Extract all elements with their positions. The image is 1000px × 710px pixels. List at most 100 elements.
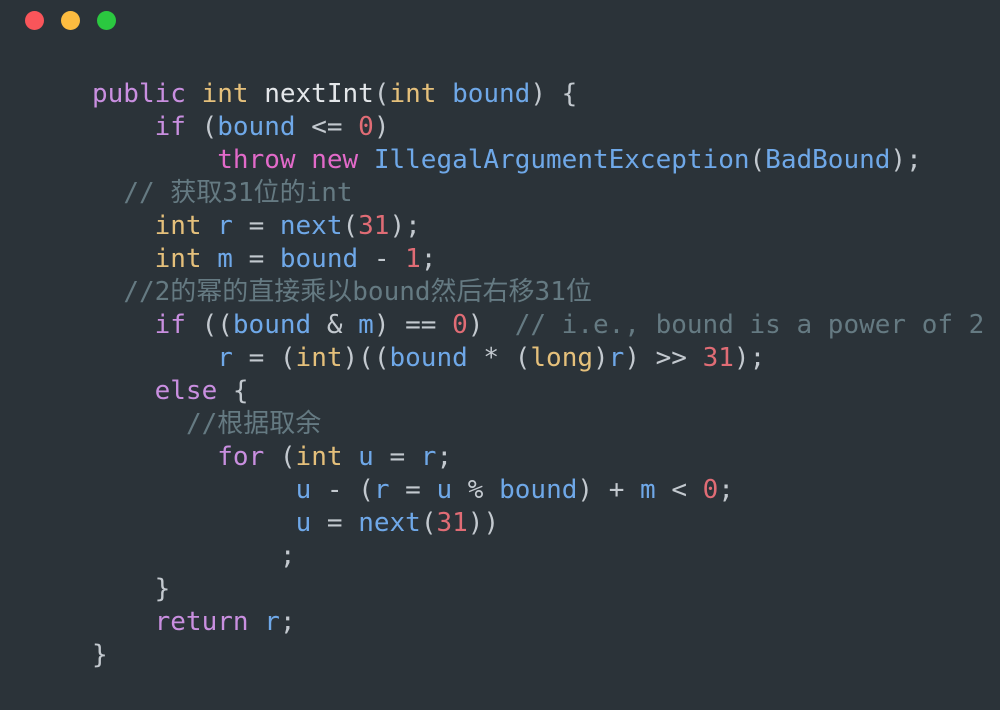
code-token-pn: >> (655, 343, 687, 373)
code-token-pn: ) (389, 211, 406, 241)
code-token-id: r (420, 442, 437, 472)
code-token-pn (358, 244, 374, 274)
code-token-pn (640, 343, 656, 373)
code-token-pn: ) (373, 310, 390, 340)
code-token-pn (624, 475, 640, 505)
code-token-typ: int (154, 244, 202, 274)
code-line: for (int u = r; (92, 441, 984, 474)
code-token-pn: ; (279, 607, 296, 637)
code-token-pn (217, 376, 233, 406)
code-token-id: next (358, 508, 421, 538)
code-token-pn (311, 310, 327, 340)
code-token-kw: public (92, 79, 186, 109)
code-token-id: u (295, 508, 312, 538)
code-token-pn (296, 145, 312, 175)
code-token-pn: } (154, 574, 171, 604)
code-line: r = (int)((bound * (long)r) >> 31); (92, 342, 984, 375)
code-token-kw: if (154, 112, 186, 142)
code-token-pn (202, 244, 218, 274)
code-line: ; (92, 540, 984, 573)
close-window-button[interactable] (25, 11, 44, 30)
code-token-kw: return (154, 607, 249, 637)
code-line: if (bound <= 0) (92, 111, 984, 144)
minimize-window-button[interactable] (61, 11, 80, 30)
code-line: u = next(31)) (92, 507, 984, 540)
code-token-pn: (( (185, 310, 233, 340)
zoom-window-button[interactable] (97, 11, 116, 30)
code-line: return r; (92, 606, 984, 639)
code-token-pn: ( (420, 508, 437, 538)
code-token-pn: ( (264, 343, 296, 373)
code-token-id: next (279, 211, 343, 241)
code-token-pn: )(( (342, 343, 390, 373)
code-token-id: bound (217, 112, 296, 142)
code-token-id: BadBound (765, 145, 891, 175)
code-token-kw: for (217, 442, 265, 472)
code-token-pn: - (373, 244, 390, 274)
code-token-pn (249, 607, 265, 637)
code-token-id: bound (232, 310, 312, 340)
code-token-pn: ) (890, 145, 907, 175)
code-token-pn: ; (436, 442, 453, 472)
code-token-pn: = (248, 244, 265, 274)
code-line: //根据取余 (92, 408, 984, 441)
code-token-pn: ( (264, 442, 296, 472)
code-token-pn (264, 211, 280, 241)
code-token-pn (389, 244, 405, 274)
code-token-pn (186, 79, 202, 109)
code-block[interactable]: public int nextInt(int bound) {if (bound… (92, 78, 984, 672)
code-token-pn: + (608, 475, 625, 505)
code-token-id: r (373, 475, 390, 505)
code-token-pn (233, 211, 249, 241)
code-token-pn (249, 79, 265, 109)
code-token-pn: = (248, 211, 265, 241)
code-token-id: IllegalArgumentException (373, 145, 750, 175)
code-token-pn (233, 343, 249, 373)
code-token-pn: ) (467, 310, 484, 340)
code-token-cmt: //2的幂的直接乘以bound然后右移31位 (123, 277, 592, 307)
code-token-id: m (640, 475, 656, 505)
code-token-pn: ( (373, 79, 390, 109)
code-token-pn (233, 244, 249, 274)
code-token-kw2: throw (217, 145, 296, 175)
code-token-kw2: new (311, 145, 359, 175)
code-token-pn (390, 475, 406, 505)
code-token-pn (311, 508, 327, 538)
window-titlebar (0, 0, 1000, 48)
code-token-pn (468, 343, 484, 373)
code-token-cmt: // i.e., bound is a power of 2 (514, 310, 985, 340)
code-token-typ: int (154, 211, 202, 241)
code-token-pn: == (405, 310, 437, 340)
code-token-id: bound (389, 343, 468, 373)
code-line: //2的幂的直接乘以bound然后右移31位 (92, 276, 984, 309)
code-token-pn: - (326, 475, 343, 505)
code-line: if ((bound & m) == 0) // i.e., bound is … (92, 309, 985, 342)
code-token-pn: ) (733, 343, 750, 373)
code-token-pn (687, 475, 703, 505)
code-token-pn: ( (342, 211, 359, 241)
code-token-pn (343, 310, 359, 340)
code-token-cmt: // 获取31位的int (123, 178, 353, 208)
code-token-pn (343, 112, 359, 142)
code-token-num: 31 (358, 211, 390, 241)
code-token-id: bound (499, 475, 578, 505)
code-token-pn: ( (342, 475, 374, 505)
code-token-pn (389, 310, 405, 340)
code-token-typ: int (295, 442, 343, 472)
code-token-typ: int (295, 343, 343, 373)
code-line: u - (r = u % bound) + m < 0; (92, 474, 984, 507)
code-token-pn (436, 310, 452, 340)
code-token-typ: int (201, 79, 249, 109)
code-token-pn (343, 508, 359, 538)
code-token-cmt: //根据取余 (185, 409, 322, 439)
code-line: } (92, 639, 984, 672)
code-token-zero: 0 (358, 112, 374, 142)
code-token-pn: ; (405, 211, 421, 241)
code-token-pn (593, 475, 609, 505)
code-token-pn: = (248, 343, 265, 373)
code-token-id: r (217, 211, 233, 241)
code-token-pn (202, 211, 218, 241)
code-token-pn: ; (749, 343, 766, 373)
code-line: // 获取31位的int (92, 177, 984, 210)
code-token-pn: % (467, 475, 484, 505)
